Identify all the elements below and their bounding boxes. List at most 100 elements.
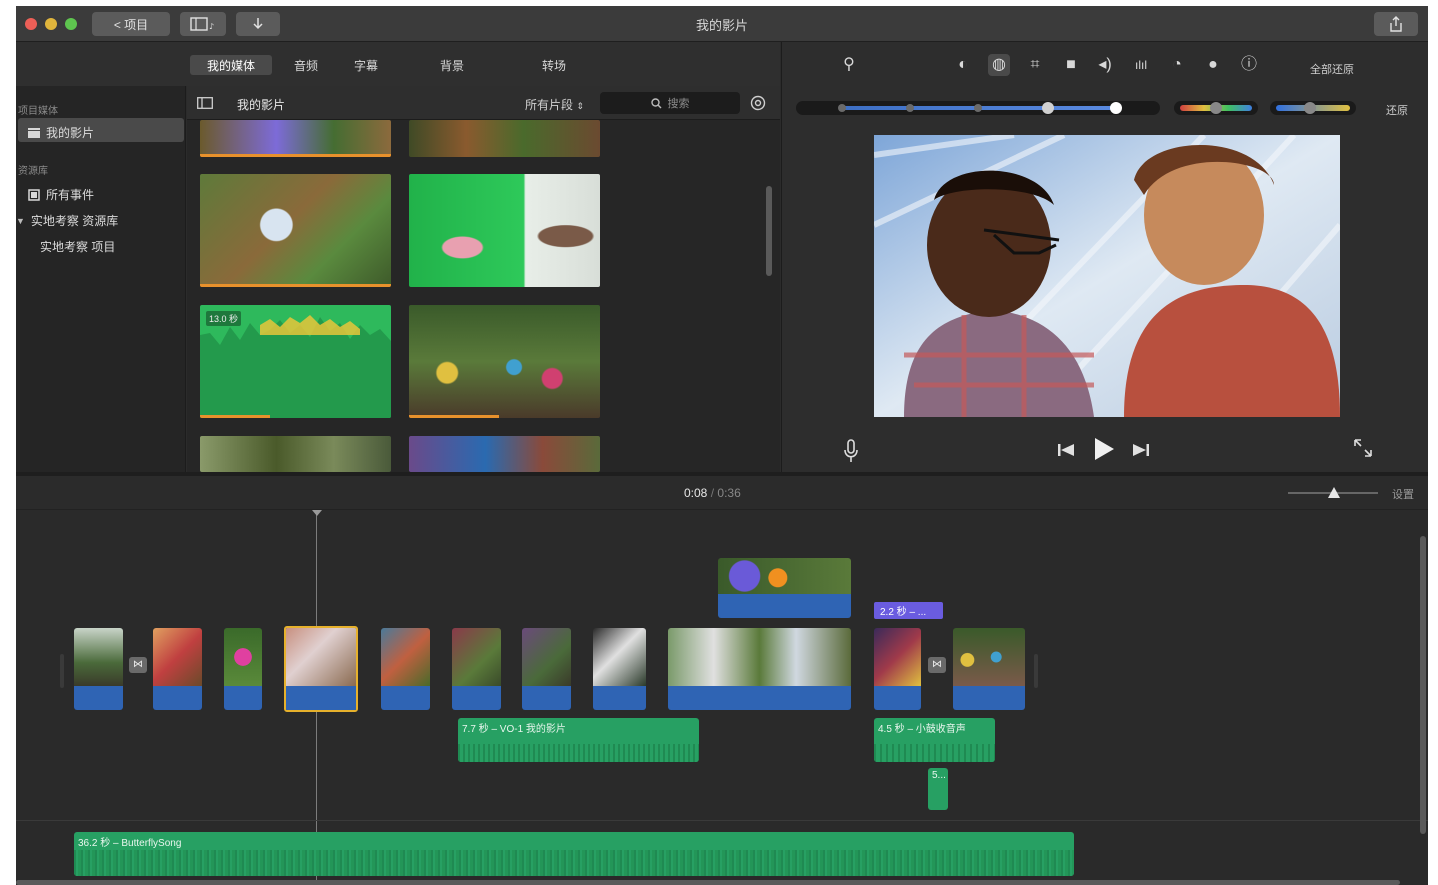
- timeline-clip[interactable]: [874, 628, 921, 710]
- timeline-clip[interactable]: [153, 628, 202, 710]
- transition-icon[interactable]: ⋈: [129, 657, 147, 673]
- volume-icon[interactable]: ◂): [1094, 54, 1116, 76]
- media-thumbnail[interactable]: [409, 120, 600, 157]
- browser-settings-icon[interactable]: [750, 95, 766, 111]
- browser-title: 我的影片: [237, 98, 286, 112]
- media-thumbnail[interactable]: [409, 436, 600, 472]
- sidebar-item-all-events[interactable]: 所有事件: [28, 186, 94, 203]
- sidebar-toggle-icon[interactable]: [197, 97, 213, 109]
- current-time: 0:08: [684, 486, 708, 500]
- music-audio-clip[interactable]: 36.2 秒 – ButterflySong: [74, 832, 1074, 876]
- timeline-clip[interactable]: [74, 628, 123, 710]
- highlights-handle[interactable]: [1110, 102, 1122, 114]
- timeline-clip-selected[interactable]: [284, 626, 358, 712]
- media-thumbnail[interactable]: [200, 436, 391, 472]
- search-field[interactable]: 搜索: [600, 92, 740, 114]
- storyline-end: [1034, 654, 1038, 688]
- share-button[interactable]: [1374, 12, 1418, 36]
- imovie-window: < 项目 ♪ 我的影片 我的媒体 音频 字幕 背景 转场 项目媒体 我的影片 资…: [16, 6, 1428, 885]
- clip-filter-icon[interactable]: ●: [1202, 54, 1224, 76]
- timeline-header: 0:08 / 0:36 设置: [16, 476, 1428, 510]
- skip-forward-icon[interactable]: [1133, 444, 1149, 456]
- small-audio-clip[interactable]: 5...: [928, 768, 948, 810]
- music-well-divider: [16, 820, 1428, 821]
- speed-icon[interactable]: ◔: [1166, 54, 1188, 76]
- fullscreen-icon[interactable]: [1354, 439, 1372, 457]
- media-thumbnail[interactable]: [409, 305, 600, 418]
- crop-icon[interactable]: ⌗: [1024, 54, 1046, 76]
- brightness-handle[interactable]: [1042, 102, 1054, 114]
- tab-backgrounds[interactable]: 背景: [432, 55, 472, 75]
- viewer-panel: ⚲ ◐ ◍ ⌗ ■ ◂) ılıl ◔ ● ⓘ 全部还原 还原: [781, 42, 1428, 472]
- sfx-label: 4.5 秒 – 小鼓收音声: [878, 724, 966, 735]
- timeline-clip[interactable]: [381, 628, 430, 710]
- audio-thumbnail[interactable]: 13.0 秒: [200, 305, 391, 418]
- media-thumbnail[interactable]: [200, 174, 391, 287]
- playhead-marker[interactable]: [312, 510, 322, 516]
- media-thumbnail[interactable]: [200, 120, 391, 157]
- tab-my-media[interactable]: 我的媒体: [190, 55, 272, 75]
- title-clip[interactable]: 2.2 秒 – ...: [874, 602, 943, 619]
- clapper-icon: [28, 127, 40, 138]
- timeline-clip[interactable]: [522, 628, 571, 710]
- stabilization-icon[interactable]: ■: [1060, 54, 1082, 76]
- project-media-heading: 项目媒体: [18, 106, 58, 117]
- title-clip-label: 2.2 秒 – ...: [880, 607, 927, 618]
- microphone-icon[interactable]: [844, 439, 858, 463]
- temperature-slider[interactable]: [1270, 101, 1356, 115]
- color-correction-icon[interactable]: ◍: [988, 54, 1010, 76]
- clip-filter-value: 所有片段: [525, 98, 574, 112]
- disclosure-triangle-icon[interactable]: ▼: [16, 216, 25, 226]
- timeline-clip[interactable]: [953, 628, 1025, 710]
- preview-frame: [874, 135, 1340, 417]
- zoom-slider[interactable]: [1288, 487, 1378, 498]
- timeline-vertical-scrollbar[interactable]: [1420, 536, 1426, 834]
- saturation-slider[interactable]: [1174, 101, 1258, 115]
- browser-tab-bar: 我的媒体 音频 字幕 背景 转场: [16, 42, 780, 86]
- cutaway-clip[interactable]: [718, 558, 851, 618]
- sidebar-item-my-movie[interactable]: 我的影片: [28, 124, 94, 141]
- search-placeholder: 搜索: [667, 98, 690, 110]
- timeline-clip[interactable]: [593, 628, 646, 710]
- timeline-clip[interactable]: [224, 628, 262, 710]
- browser-scrollbar[interactable]: [766, 186, 772, 276]
- timeline-clip[interactable]: [452, 628, 501, 710]
- voiceover-audio-clip[interactable]: 7.7 秒 – VO-1 我的影片: [458, 718, 699, 762]
- tab-transitions[interactable]: 转场: [534, 55, 574, 75]
- sidebar-item-label: 我的影片: [46, 126, 95, 140]
- clip-filter-select[interactable]: 所有片段 ⇕: [525, 96, 584, 113]
- chevron-updown-icon: ⇕: [576, 101, 584, 111]
- tab-audio[interactable]: 音频: [286, 55, 326, 75]
- media-thumbnail[interactable]: [409, 174, 600, 287]
- exposure-slider[interactable]: [796, 101, 1160, 115]
- sidebar-item-library[interactable]: ▼ 实地考察 资源库: [16, 212, 118, 229]
- total-time: 0:36: [717, 486, 741, 500]
- timeline-settings-button[interactable]: 设置: [1392, 486, 1414, 502]
- zoom-slider-thumb[interactable]: [1328, 487, 1340, 498]
- play-icon[interactable]: [1094, 438, 1114, 460]
- share-icon: [1390, 16, 1402, 32]
- noise-reduction-icon[interactable]: ılıl: [1130, 54, 1152, 76]
- music-label: 36.2 秒 – ButterflySong: [78, 838, 182, 849]
- timecode: 0:08 / 0:36: [684, 486, 741, 500]
- transition-icon[interactable]: ⋈: [928, 657, 946, 673]
- sfx-audio-clip[interactable]: 4.5 秒 – 小鼓收音声: [874, 718, 995, 762]
- skip-back-icon[interactable]: [1058, 444, 1074, 456]
- midtones-handle[interactable]: [974, 104, 982, 112]
- sidebar-item-label: 所有事件: [46, 188, 95, 202]
- video-preview: [874, 135, 1340, 417]
- magic-wand-icon[interactable]: ⚲: [838, 54, 860, 76]
- timeline-clip[interactable]: [668, 628, 851, 710]
- clip-duration-badge: 13.0 秒: [206, 311, 242, 326]
- timeline-horizontal-scrollbar[interactable]: [16, 880, 1400, 885]
- sidebar-item-label: 实地考察 资源库: [30, 214, 119, 228]
- blacks-handle[interactable]: [906, 104, 914, 112]
- shadow-handle[interactable]: [838, 104, 846, 112]
- reset-all-button[interactable]: 全部还原: [1310, 61, 1354, 77]
- color-balance-icon[interactable]: ◐: [952, 54, 974, 76]
- sidebar-item-event[interactable]: 实地考察 项目: [40, 238, 115, 255]
- tab-titles[interactable]: 字幕: [346, 55, 386, 75]
- sidebar-item-label: 实地考察 项目: [40, 240, 116, 254]
- info-icon[interactable]: ⓘ: [1238, 54, 1260, 76]
- reset-button[interactable]: 还原: [1386, 102, 1408, 118]
